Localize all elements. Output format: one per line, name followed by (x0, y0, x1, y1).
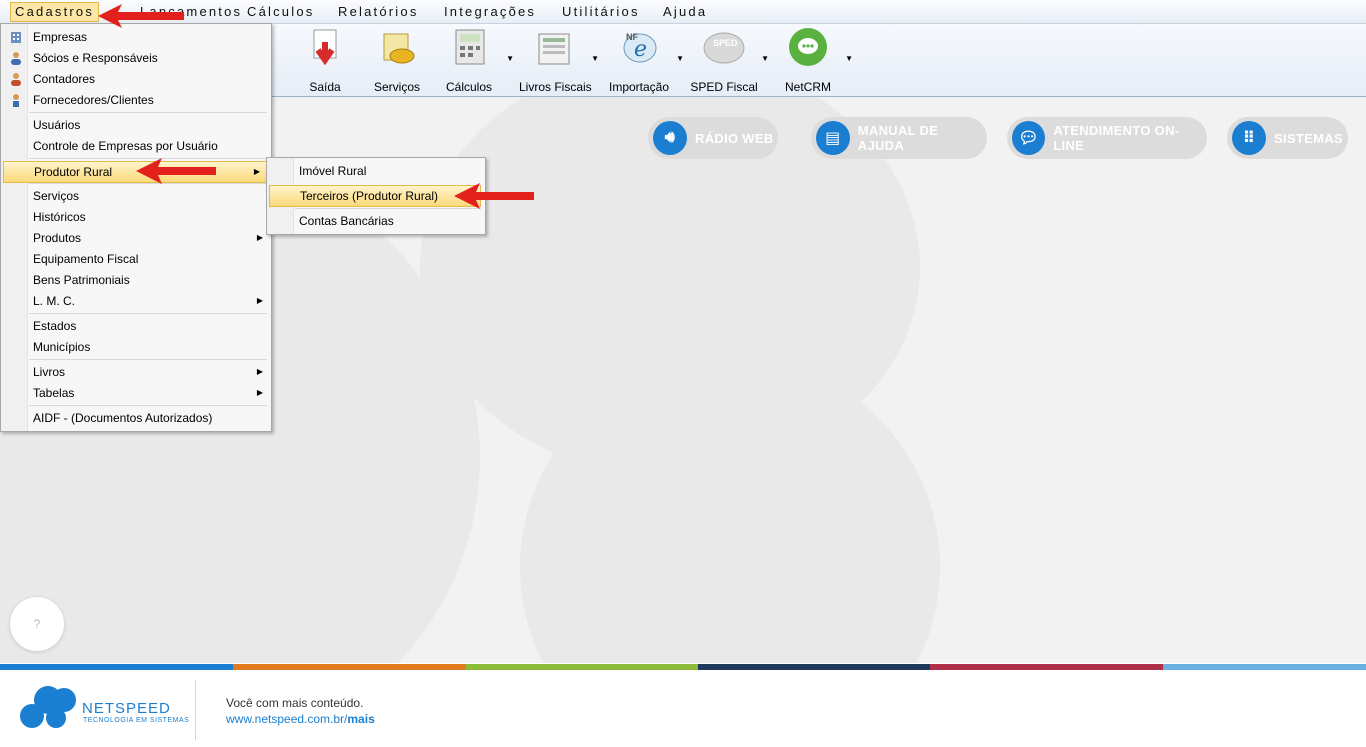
sistemas-button[interactable]: ⠿ SISTEMAS (1227, 117, 1348, 159)
menu-separator (29, 112, 267, 113)
chevron-right-icon: ▶ (253, 167, 260, 176)
menu-item-contas-bancarias[interactable]: Contas Bancárias (269, 211, 483, 231)
menu-item-servicos[interactable]: Serviços (3, 186, 269, 206)
manual-de-ajuda-button[interactable]: ▤ MANUAL DE AJUDA (811, 117, 987, 159)
menu-separator (29, 359, 267, 360)
toolbar-importacao-button[interactable]: e NF Importação ▼ (604, 26, 684, 94)
menu-item-historicos[interactable]: Históricos (3, 207, 269, 227)
chevron-down-icon[interactable]: ▼ (506, 54, 514, 63)
menu-integracoes[interactable]: Integrações (444, 4, 536, 19)
menu-item-estados[interactable]: Estados (3, 316, 269, 336)
menu-relatorios[interactable]: Relatórios (338, 4, 419, 19)
svg-text:NF: NF (626, 32, 638, 42)
svg-text:SPED: SPED (713, 38, 738, 48)
chevron-down-icon[interactable]: ▼ (761, 54, 769, 63)
chevron-down-icon[interactable]: ▼ (845, 54, 853, 63)
menu-item-municipios[interactable]: Municípios (3, 337, 269, 357)
menu-calculos[interactable]: Cálculos (247, 4, 314, 19)
user-icon (11, 52, 21, 65)
nfe-import-icon: e NF (618, 26, 660, 68)
calculos-icon (448, 26, 490, 68)
chevron-down-icon[interactable]: ▼ (676, 54, 684, 63)
menu-item-usuarios[interactable]: Usuários (3, 115, 269, 135)
menu-item-empresas[interactable]: Empresas (3, 27, 269, 47)
menu-item-socios[interactable]: Sócios e Responsáveis (3, 48, 269, 68)
chevron-right-icon: ▶ (256, 367, 263, 376)
toolbar-saida-button[interactable]: Saída (290, 26, 360, 94)
annotation-arrow-icon (98, 4, 184, 28)
divider (195, 680, 196, 740)
chevron-right-icon: ▶ (256, 388, 263, 397)
toolbar-calculos-button[interactable]: Cálculos ▼ (434, 26, 514, 94)
chevron-right-icon: ▶ (256, 233, 263, 242)
radio-web-button[interactable]: 🔊︎ RÁDIO WEB (648, 117, 778, 159)
tagline: Você com mais conteúdo. (226, 696, 364, 710)
grid-icon: ⠿ (1232, 121, 1266, 155)
menu-item-bens-patrimoniais[interactable]: Bens Patrimoniais (3, 270, 269, 290)
toolbar-livros-fiscais-button[interactable]: Livros Fiscais ▼ (519, 26, 599, 94)
speaker-icon: 🔊︎ (653, 121, 687, 155)
menu-item-lmc[interactable]: L. M. C. ▶ (3, 291, 269, 311)
menu-utilitarios[interactable]: Utilitários (562, 4, 640, 19)
livros-fiscais-icon (533, 26, 575, 68)
user-icon (13, 94, 19, 107)
menu-item-equipamento-fiscal[interactable]: Equipamento Fiscal (3, 249, 269, 269)
help-button[interactable]: ? (10, 597, 64, 651)
menu-separator (29, 405, 267, 406)
menu-item-livros[interactable]: Livros ▶ (3, 362, 269, 382)
website-link[interactable]: www.netspeed.com.br/mais (226, 712, 375, 726)
atendimento-online-button[interactable]: 💬︎ ATENDIMENTO ON-LINE (1007, 117, 1207, 159)
netspeed-logo-icon (20, 686, 76, 728)
user-icon (11, 73, 21, 86)
cadastros-menu: Empresas Sócios e Responsáveis Contadore… (0, 23, 272, 432)
menu-ajuda[interactable]: Ajuda (663, 4, 707, 19)
menu-item-tabelas[interactable]: Tabelas ▶ (3, 383, 269, 403)
netcrm-icon (787, 26, 829, 68)
menu-item-imovel-rural[interactable]: Imóvel Rural (269, 161, 483, 181)
menu-separator (29, 313, 267, 314)
chevron-down-icon[interactable]: ▼ (591, 54, 599, 63)
menu-item-produtos[interactable]: Produtos ▶ (3, 228, 269, 248)
menu-item-controle-empresas[interactable]: Controle de Empresas por Usuário (3, 136, 269, 156)
chat-icon: 💬︎ (1012, 121, 1046, 155)
saida-icon (304, 26, 346, 68)
brand-name: NETSPEED (82, 700, 171, 717)
toolbar-sped-fiscal-button[interactable]: SPED SPED Fiscal ▼ (689, 26, 769, 94)
menu-item-aidf[interactable]: AIDF - (Documentos Autorizados) (3, 408, 269, 428)
brand-subtitle: TECNOLOGIA EM SISTEMAS (83, 717, 190, 724)
servicos-icon (376, 26, 418, 68)
sped-icon: SPED (703, 26, 745, 68)
menu-item-contadores[interactable]: Contadores (3, 69, 269, 89)
menu-bar: Cadastros Lançamentos Cálculos Relatório… (0, 0, 1366, 24)
menu-cadastros[interactable]: Cadastros (10, 2, 100, 22)
annotation-arrow-icon (454, 183, 534, 209)
menu-item-terceiros[interactable]: Terceiros (Produtor Rural) (269, 185, 481, 207)
menu-item-fornecedores[interactable]: Fornecedores/Clientes (3, 90, 269, 110)
building-icon (11, 32, 21, 43)
toolbar-netcrm-button[interactable]: NetCRM ▼ (773, 26, 853, 94)
chevron-right-icon: ▶ (256, 296, 263, 305)
toolbar-servicos-button[interactable]: Serviços (362, 26, 432, 94)
annotation-arrow-icon (136, 158, 216, 184)
footer: NETSPEED TECNOLOGIA EM SISTEMAS Você com… (0, 670, 1366, 747)
book-icon: ▤ (816, 121, 850, 155)
